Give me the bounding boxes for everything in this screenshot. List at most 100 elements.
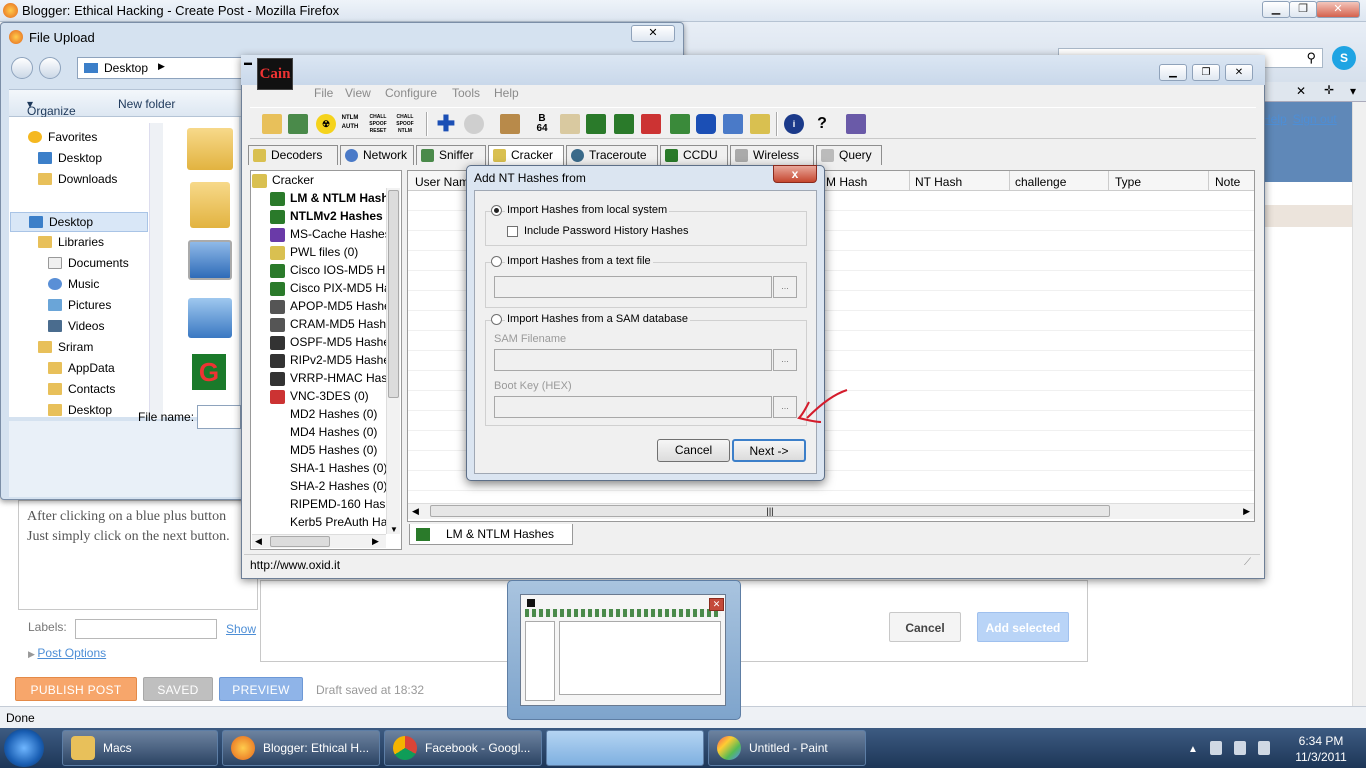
- close-button[interactable]: ✕: [1316, 1, 1360, 18]
- tab-list-icon[interactable]: ▾: [1350, 84, 1356, 98]
- volume-icon[interactable]: [1258, 741, 1270, 755]
- tree-item[interactable]: RIPv2-MD5 Hashe: [290, 353, 390, 367]
- labels-input[interactable]: [75, 619, 217, 639]
- resize-grip-icon[interactable]: ⟋: [1244, 557, 1251, 568]
- text-file-input[interactable]: [494, 276, 772, 298]
- nav-downloads[interactable]: Downloads: [38, 172, 117, 186]
- encoder-icon[interactable]: [500, 114, 520, 134]
- skype-icon[interactable]: S: [1332, 46, 1356, 70]
- taskbar-chrome[interactable]: Facebook - Googl...: [384, 730, 542, 766]
- close-tab-icon[interactable]: ✕: [1296, 84, 1306, 98]
- menu-configure[interactable]: Configure: [385, 86, 437, 100]
- radio-sam-database[interactable]: [491, 314, 502, 325]
- tab-network[interactable]: Network: [340, 145, 414, 165]
- radio-local-system[interactable]: [491, 205, 502, 216]
- scroll-left-icon[interactable]: ◀: [255, 536, 262, 547]
- taskbar-paint[interactable]: Untitled - Paint: [708, 730, 866, 766]
- tree-item[interactable]: SHA-1 Hashes (0): [290, 461, 387, 475]
- taskbar-firefox[interactable]: Blogger: Ethical H...: [222, 730, 380, 766]
- scroll-thumb[interactable]: |||: [430, 505, 1110, 517]
- nav-contacts[interactable]: Contacts: [48, 382, 115, 396]
- ntlm-auth-icon[interactable]: NTLM AUTH: [340, 114, 360, 134]
- tree-item[interactable]: OSPF-MD5 Hashe: [290, 335, 390, 349]
- nav-desktop[interactable]: Desktop: [38, 151, 102, 165]
- menu-file[interactable]: File: [314, 86, 333, 100]
- tab-wireless[interactable]: Wireless: [730, 145, 814, 165]
- tree-item[interactable]: SHA-2 Hashes (0): [290, 479, 387, 493]
- col-lm-hash[interactable]: M Hash: [826, 175, 867, 189]
- nav-favorites[interactable]: Favorites: [28, 130, 97, 144]
- tree-item[interactable]: MD5 Hashes (0): [290, 443, 377, 457]
- tree-scrollbar[interactable]: ▼: [386, 188, 400, 534]
- tree-item[interactable]: PWL files (0): [290, 245, 358, 259]
- tab-sniffer[interactable]: Sniffer: [416, 145, 486, 165]
- tab-cracker[interactable]: Cracker: [488, 145, 564, 166]
- radio-text-file-label[interactable]: Import Hashes from a text file: [505, 255, 653, 267]
- tab-ccdu[interactable]: CCDU: [660, 145, 728, 165]
- new-tab-icon[interactable]: ✛: [1324, 83, 1334, 97]
- nav-scrollbar[interactable]: [149, 123, 163, 419]
- tree-item[interactable]: Kerb5 PreAuth Ha: [290, 515, 387, 529]
- back-button[interactable]: [11, 57, 33, 79]
- tree-item[interactable]: CRAM-MD5 Hash: [290, 317, 386, 331]
- help-icon[interactable]: ?: [812, 114, 832, 134]
- system-clock[interactable]: 6:34 PM 11/3/2011: [1282, 733, 1360, 765]
- menu-tools[interactable]: Tools: [452, 86, 480, 100]
- computer-icon[interactable]: [188, 240, 232, 280]
- post-options-link[interactable]: ▶ Post Options: [28, 646, 106, 660]
- tree-item[interactable]: NTLMv2 Hashes: [290, 209, 383, 223]
- nav-pictures[interactable]: Pictures: [48, 298, 111, 312]
- start-button[interactable]: [4, 729, 44, 767]
- history-checkbox-label[interactable]: Include Password History Hashes: [522, 225, 691, 237]
- wireless-icon[interactable]: [723, 114, 743, 134]
- tree-item[interactable]: VRRP-HMAC Has: [290, 371, 387, 385]
- minimize-button[interactable]: ▁: [1262, 1, 1290, 18]
- tree-item[interactable]: VNC-3DES (0): [290, 389, 369, 403]
- network-card-icon[interactable]: [670, 114, 690, 134]
- preview-button[interactable]: PREVIEW: [219, 677, 303, 701]
- nav-desktop-sub[interactable]: Desktop: [48, 403, 112, 417]
- menu-view[interactable]: View: [345, 86, 371, 100]
- maximize-button[interactable]: ❐: [1289, 1, 1317, 18]
- user-folder-icon[interactable]: [190, 182, 230, 228]
- history-checkbox[interactable]: [507, 226, 518, 237]
- col-type[interactable]: Type: [1115, 175, 1141, 189]
- tab-query[interactable]: Query: [816, 145, 882, 165]
- show-hidden-icons[interactable]: ▲: [1188, 744, 1198, 755]
- nav-videos[interactable]: Videos: [48, 319, 104, 333]
- taskbar-macs[interactable]: Macs: [62, 730, 218, 766]
- close-button[interactable]: ✕: [1225, 64, 1253, 81]
- add-plus-icon[interactable]: ✚: [436, 113, 456, 135]
- organize-button[interactable]: Organize ▾: [27, 97, 76, 118]
- vnc-icon[interactable]: [641, 114, 661, 134]
- tree-item[interactable]: MD4 Hashes (0): [290, 425, 377, 439]
- page-scrollbar[interactable]: [1352, 102, 1366, 706]
- radio-sam-database-label[interactable]: Import Hashes from a SAM database: [505, 313, 690, 325]
- cain-shortcut-icon[interactable]: G: [192, 354, 226, 390]
- menu-help[interactable]: Help: [494, 86, 519, 100]
- md5-icon[interactable]: [586, 114, 606, 134]
- tree-item[interactable]: Cisco IOS-MD5 H: [290, 263, 385, 277]
- key-icon[interactable]: [750, 114, 770, 134]
- rsa-icon[interactable]: [614, 114, 634, 134]
- minimize-button[interactable]: ▁: [1159, 64, 1187, 81]
- nav-libraries[interactable]: Libraries: [38, 235, 104, 249]
- tree-item[interactable]: MD2 Hashes (0): [290, 407, 377, 421]
- taskbar-cain[interactable]: [546, 730, 704, 766]
- cancel-button[interactable]: Cancel: [889, 612, 961, 642]
- action-center-icon[interactable]: [1210, 741, 1222, 755]
- browse-text-file-button[interactable]: ...: [773, 276, 797, 298]
- cancel-button[interactable]: Cancel: [657, 439, 730, 462]
- folder-icon[interactable]: [187, 128, 233, 170]
- forward-button[interactable]: [39, 57, 61, 79]
- tree-item[interactable]: APOP-MD5 Hashe: [290, 299, 391, 313]
- scroll-thumb[interactable]: [388, 190, 399, 398]
- scroll-right-icon[interactable]: ▶: [1243, 506, 1250, 517]
- tab-decoders[interactable]: Decoders: [248, 145, 338, 165]
- tab-traceroute[interactable]: Traceroute: [566, 145, 658, 165]
- scroll-right-icon[interactable]: ▶: [372, 536, 379, 547]
- nav-appdata[interactable]: AppData: [48, 361, 115, 375]
- base64-icon[interactable]: B 64: [532, 114, 552, 134]
- info-icon[interactable]: i: [784, 114, 804, 134]
- scroll-down-icon[interactable]: ▼: [390, 525, 398, 534]
